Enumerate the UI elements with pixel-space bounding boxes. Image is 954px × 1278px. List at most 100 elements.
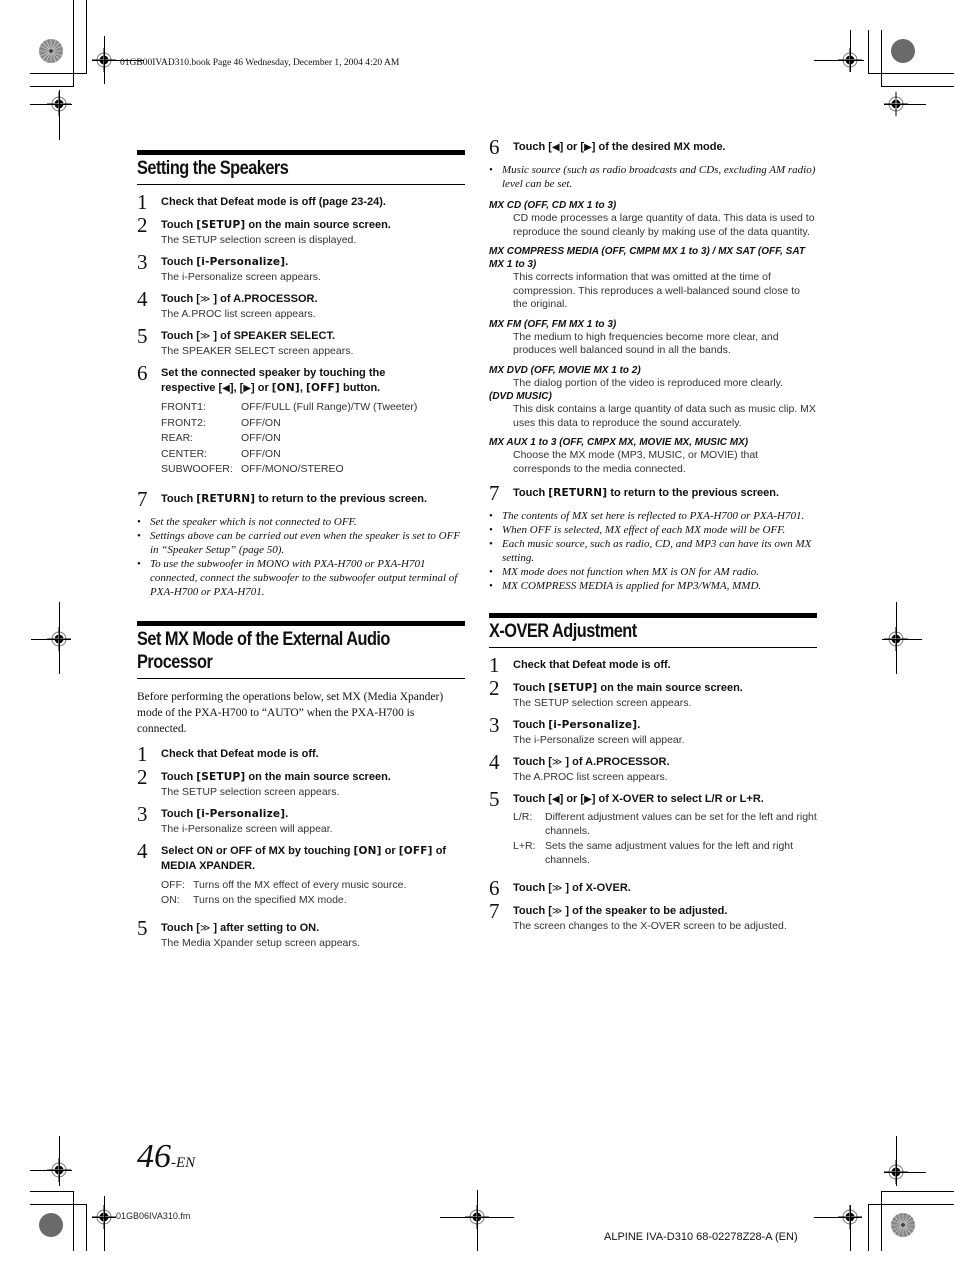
step-instruction: Touch [≫ ] of A.PROCESSOR. [513,756,670,768]
step-6: 6 Touch [◀] or [▶] of the desired MX mod… [489,136,817,158]
crop-line [104,1196,105,1251]
mx-mode-item: (DVD MUSIC) This disk contains a large q… [489,390,817,430]
option-label: REAR: [161,432,194,444]
section-heading: Set MX Mode of the External Audio Proces… [137,620,465,679]
step-instruction: Touch [≫ ] of the speaker to be adjusted… [513,905,728,917]
mx-mode-title: MX DVD (OFF, MOVIE MX 1 to 2) [489,364,641,376]
option-label: ON: [161,894,180,906]
mx-mode-item: MX DVD (OFF, MOVIE MX 1 to 2) The dialog… [489,364,817,391]
option-label: OFF: [161,878,185,891]
step-6: 6 Set the connected speaker by touching … [137,362,465,478]
step-instruction: Touch [≫ ] of A.PROCESSOR. [161,293,318,305]
on-button-ref: [ON] [271,382,300,394]
step-instruction: Touch [SETUP] on the main source screen. [513,682,743,694]
option-label: L+R: [513,840,536,852]
crop-line [882,639,922,640]
i-personalize-button-ref: [i-Personalize] [196,256,286,268]
step-3: 3 Touch [i-Personalize]. The i-Personali… [137,251,465,284]
triangle-right-icon: ▶ [584,794,592,805]
step-number: 3 [137,801,148,826]
option-value: OFF/ON [241,447,281,460]
step-instruction: Touch [≫ ] after setting to ON. [161,921,320,934]
triangle-left-icon: ◀ [551,794,560,805]
option-label: L/R: [513,811,533,823]
step-2: 2 Touch [SETUP] on the main source scree… [489,677,817,710]
mx-mode-title: MX CD (OFF, CD MX 1 to 3) [489,200,617,211]
crop-line [73,0,74,87]
notes-list: Set the speaker which is not connected t… [137,515,465,599]
mx-mode-item: MX CD (OFF, CD MX 1 to 3) CD mode proces… [489,199,817,239]
crop-line [59,602,60,674]
return-button-ref: [RETURN] [548,487,608,499]
section-title: Set MX Mode of the External Audio Proces… [137,628,390,673]
section-setting-speakers: Setting the Speakers 1 Check that Defeat… [137,150,465,599]
crop-line [868,1204,869,1251]
crop-line [30,1204,87,1205]
setup-button-ref: [SETUP] [548,682,598,694]
step-number: 2 [489,676,500,700]
step-number: 4 [489,750,500,774]
off-button-ref: [OFF] [398,844,433,857]
option-label: FRONT2: [161,416,206,429]
step-number: 1 [489,653,500,677]
mx-mode-description: The medium to high frequencies become mo… [513,330,779,357]
crop-line [86,1204,87,1251]
option-label: CENTER: [161,447,208,460]
section-set-mx-mode: Set MX Mode of the External Audio Proces… [137,620,465,950]
step-result: The screen changes to the X-OVER screen … [513,920,787,932]
step-instruction: Check that Defeat mode is off. [513,659,671,671]
step-number: 3 [137,250,148,274]
step-number: 4 [137,838,148,863]
step-instruction: Touch [RETURN] to return to the previous… [513,487,780,499]
crop-line [850,1205,851,1251]
step-number: 7 [489,899,500,923]
crop-line [440,1217,514,1218]
option-value: Turns off the MX effect of every music s… [193,878,407,891]
step-5: 5 Touch [≫ ] after setting to ON. The Me… [137,917,465,950]
option-value: Sets the same adjustment values for the … [545,840,794,866]
mx-mode-title: (DVD MUSIC) [489,391,552,402]
step-1: 1 Check that Defeat mode is off. [137,743,465,765]
crop-line [31,639,71,640]
step-number: 1 [137,190,148,214]
crop-line [881,1191,954,1192]
color-registration-disc-icon [891,39,915,63]
option-value: OFF/FULL (Full Range)/TW (Tweeter) [241,401,418,413]
step-result: The SETUP selection screen is displayed. [161,234,357,246]
speaker-options-list: FRONT1: OFF/FULL (Full Range)/TW (Tweeter… [161,400,465,478]
option-label: FRONT1: [161,401,206,413]
option-value: Different adjustment values can be set f… [545,811,817,837]
off-button-ref: [OFF] [306,382,340,394]
double-chevron-right-icon: ≫ [551,757,563,768]
crop-line [86,0,87,74]
step-result: The A.PROC list screen appears. [513,771,668,783]
step-4: 4 Touch [≫ ] of A.PROCESSOR. The A.PROC … [137,288,465,321]
crop-line [30,1191,74,1192]
step-instruction: Touch [i-Personalize]. [513,719,641,731]
section-heading: X-OVER Adjustment [489,613,817,648]
step-instruction: Touch [RETURN] to return to the previous… [161,492,428,505]
mx-mode-title: MX COMPRESS MEDIA (OFF, CMPM MX 1 to 3) … [489,246,805,270]
note-item: When OFF is selected, MX effect of each … [489,523,817,537]
note-item: Music source (such as radio broadcasts a… [489,163,817,191]
section-intro: Before performing the operations below, … [137,690,444,735]
step-result: The i-Personalize screen will appear. [513,734,685,746]
step-2: 2 Touch [SETUP] on the main source scree… [137,766,465,799]
mx-mode-item: MX FM (OFF, FM MX 1 to 3) The medium to … [489,318,817,358]
step-instruction: Select ON or OFF of MX by touching [ON] … [161,844,447,872]
step-number: 5 [137,324,148,348]
step-1: 1 Check that Defeat mode is off (page 23… [137,191,465,213]
mx-mode-description: This corrects information that was omitt… [513,271,800,310]
option-value: OFF/ON [241,416,281,429]
mx-mode-description: CD mode processes a large quantity of da… [513,212,815,238]
step-1: 1 Check that Defeat mode is off. [489,654,817,676]
mx-mode-description: The dialog portion of the video is repro… [513,376,784,389]
note-item: MX mode does not function when MX is ON … [489,565,817,579]
crop-line [881,1191,882,1251]
mx-mode-title: MX AUX 1 to 3 (OFF, CMPX MX, MOVIE MX, M… [489,437,749,448]
crop-line [30,86,74,87]
step-number: 5 [137,915,148,940]
section-title: Setting the Speakers [137,158,289,179]
color-registration-starburst-icon [39,39,63,63]
step-3: 3 Touch [i-Personalize]. The i-Personali… [137,803,465,836]
